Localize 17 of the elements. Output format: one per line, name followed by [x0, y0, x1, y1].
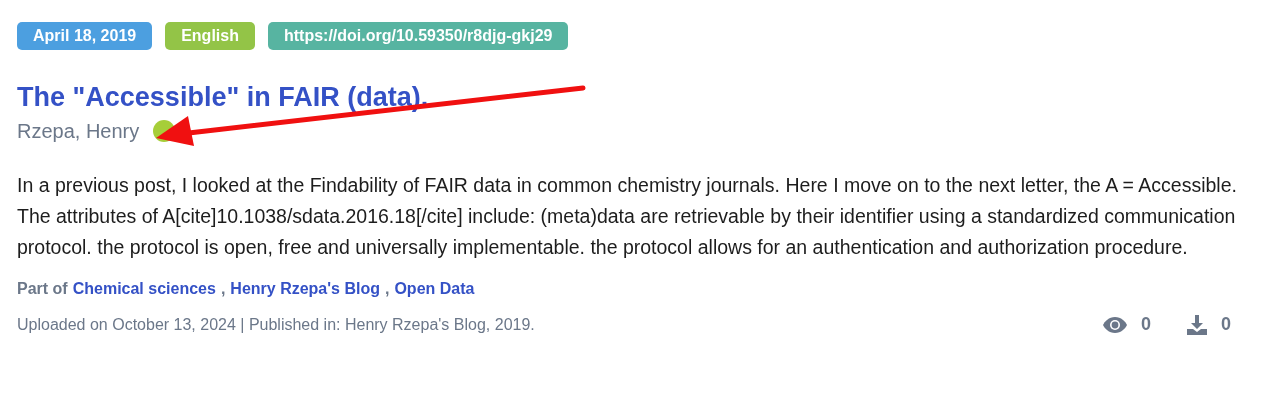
separator-comma: ,: [220, 279, 226, 299]
tag-badge: April 18, 2019: [17, 22, 153, 50]
description-paragraph: In a previous post, I looked at the Findability of FAIR data in common chemistry journals. Here I move on to the next letter, the A = Accessible. The attributes of A[cite]10.1038/sdata.2016.18[/cite] include: (meta)data are retrievable by their identifier using a standardized communication protocol. the protocol is open, free and universally implementable. the protocol allows for an authentication and authorization procedure.: [17, 173, 1238, 260]
tag-badge: https://doi.org/10.59350/r8djg-gkj29: [267, 22, 569, 50]
author-name: Rzepa, Henry: [17, 119, 140, 144]
community-link[interactable]: Chemical sciences: [72, 277, 216, 301]
separator-comma: ,: [384, 279, 390, 299]
tag-badge: English: [165, 22, 255, 50]
record-title-link[interactable]: The "Accessible" in FAIR (data).: [17, 82, 429, 112]
community-link[interactable]: Open Data: [394, 277, 475, 301]
upload-info: Uploaded on October 13, 2024 | Published in: Henry Rzepa's Blog, 2019.: [17, 314, 535, 335]
download-icon: [1187, 314, 1207, 335]
stat-count: 0: [1221, 313, 1231, 336]
stat-count: 0: [1140, 313, 1151, 336]
eye-icon: [1102, 316, 1127, 333]
part-of-label: Part of: [17, 279, 68, 299]
community-link[interactable]: Henry Rzepa's Blog: [230, 277, 380, 301]
